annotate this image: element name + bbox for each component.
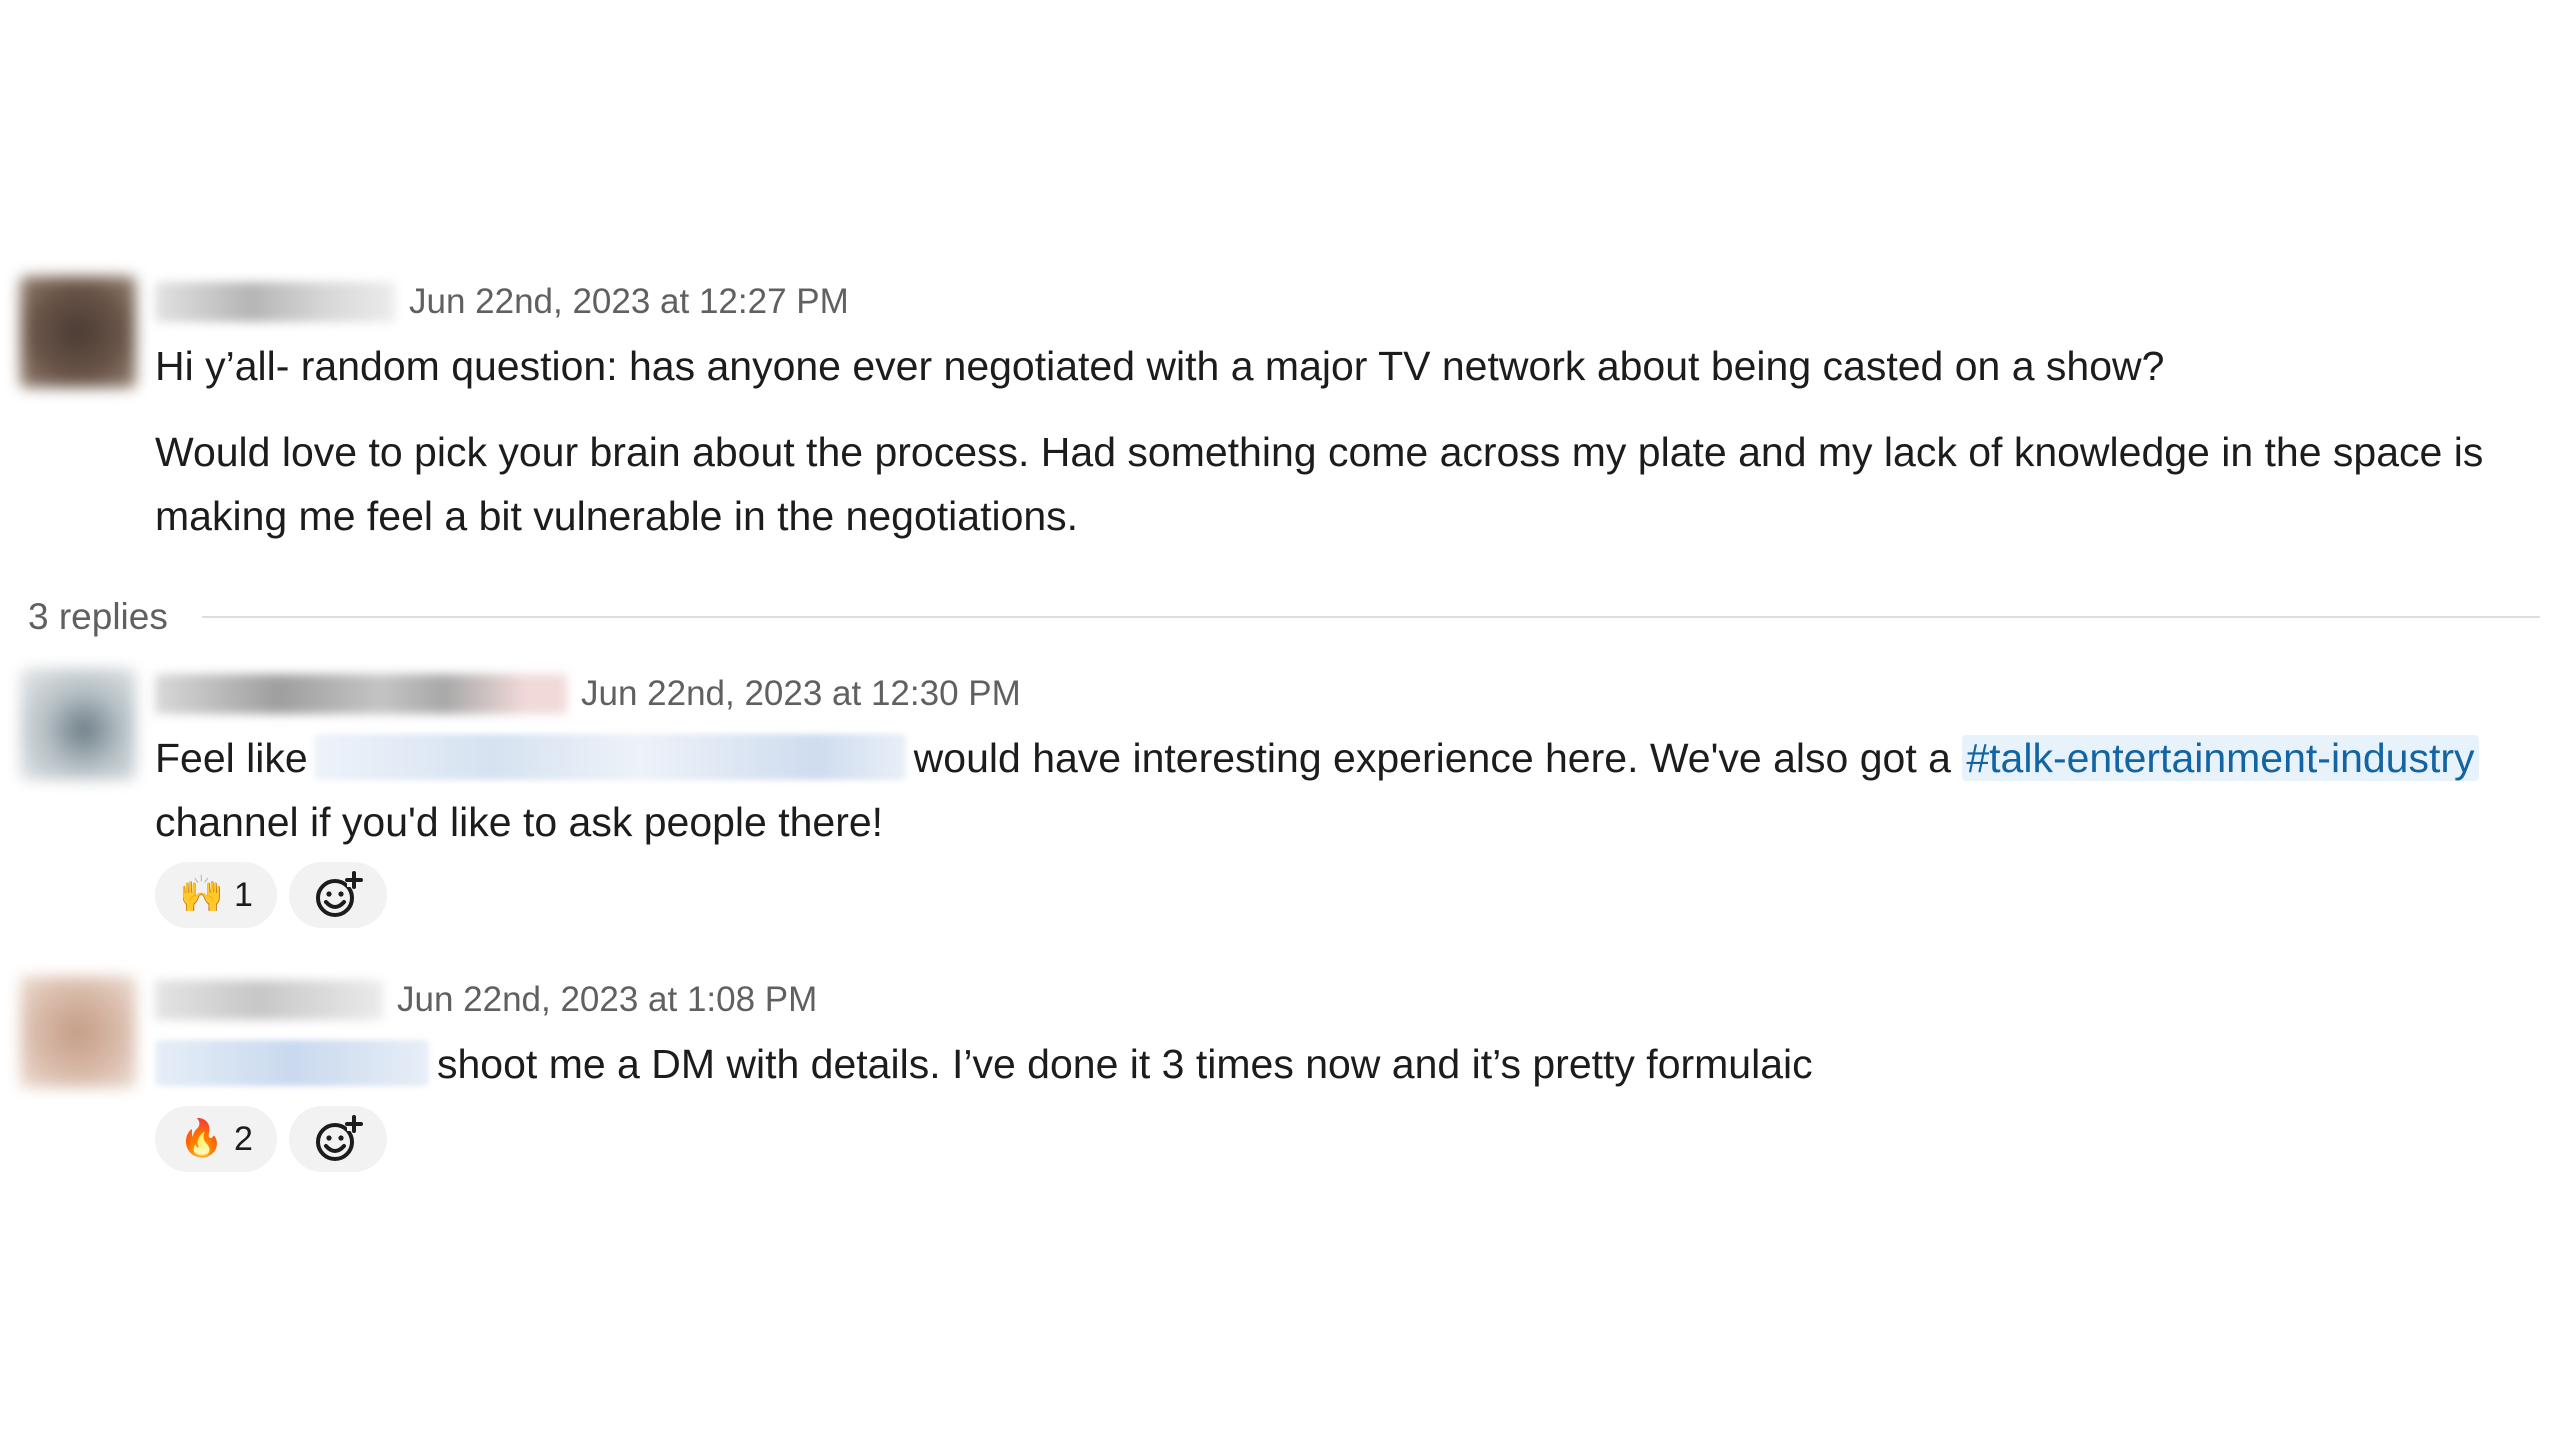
message-text: Feel like (155, 735, 308, 781)
message-timestamp[interactable]: Jun 22nd, 2023 at 12:27 PM (409, 282, 849, 322)
reaction-pill[interactable]: 🙌 1 (155, 862, 277, 928)
reaction-pill[interactable]: 🔥 2 (155, 1106, 277, 1172)
message-body: shoot me a DM with details. I’ve done it… (155, 1032, 2535, 1096)
user-mention[interactable] (155, 1040, 429, 1086)
fire-icon: 🔥 (179, 1118, 224, 1159)
message-text: shoot me a DM with details. I’ve done it… (437, 1041, 1813, 1087)
message-header: Jun 22nd, 2023 at 12:27 PM (155, 280, 849, 324)
message-timestamp[interactable]: Jun 22nd, 2023 at 12:30 PM (581, 674, 1021, 714)
message-paragraph: Hi y’all- random question: has anyone ev… (155, 343, 2165, 389)
add-reaction-button[interactable] (289, 862, 387, 928)
channel-link[interactable]: #talk-entertainment-industry (1962, 735, 2479, 781)
message-text: would have interesting experience here. … (913, 735, 1951, 781)
message-header: Jun 22nd, 2023 at 12:30 PM (155, 672, 1021, 716)
message-text: channel if you'd like to ask people ther… (155, 799, 884, 845)
author-name[interactable] (155, 980, 383, 1020)
divider-line (201, 616, 2540, 618)
message-body: Feel like would have interesting experien… (155, 726, 2535, 854)
reaction-count: 1 (233, 875, 253, 914)
replies-divider: 3 replies (28, 592, 2540, 642)
message-header: Jun 22nd, 2023 at 1:08 PM (155, 978, 817, 1022)
avatar[interactable] (20, 276, 136, 388)
message-timestamp[interactable]: Jun 22nd, 2023 at 1:08 PM (397, 980, 817, 1020)
author-name[interactable] (155, 282, 395, 322)
reaction-bar: 🔥 2 (155, 1106, 387, 1172)
user-mention[interactable] (313, 734, 906, 780)
reaction-bar: 🙌 1 (155, 862, 387, 928)
author-name[interactable] (155, 674, 567, 714)
avatar[interactable] (20, 668, 136, 780)
avatar[interactable] (20, 976, 136, 1088)
replies-count: 3 replies (28, 596, 168, 637)
add-reaction-icon (316, 1115, 363, 1161)
reaction-count: 2 (233, 1119, 253, 1158)
message-body: Hi y’all- random question: has anyone ev… (155, 334, 2535, 548)
message-paragraph: Would love to pick your brain about the … (155, 429, 2484, 539)
add-reaction-icon (316, 871, 363, 917)
raised-hands-icon: 🙌 (179, 874, 224, 915)
add-reaction-button[interactable] (289, 1106, 387, 1172)
message-thread: Jun 22nd, 2023 at 12:27 PM Hi y’all- ran… (0, 0, 2560, 1440)
